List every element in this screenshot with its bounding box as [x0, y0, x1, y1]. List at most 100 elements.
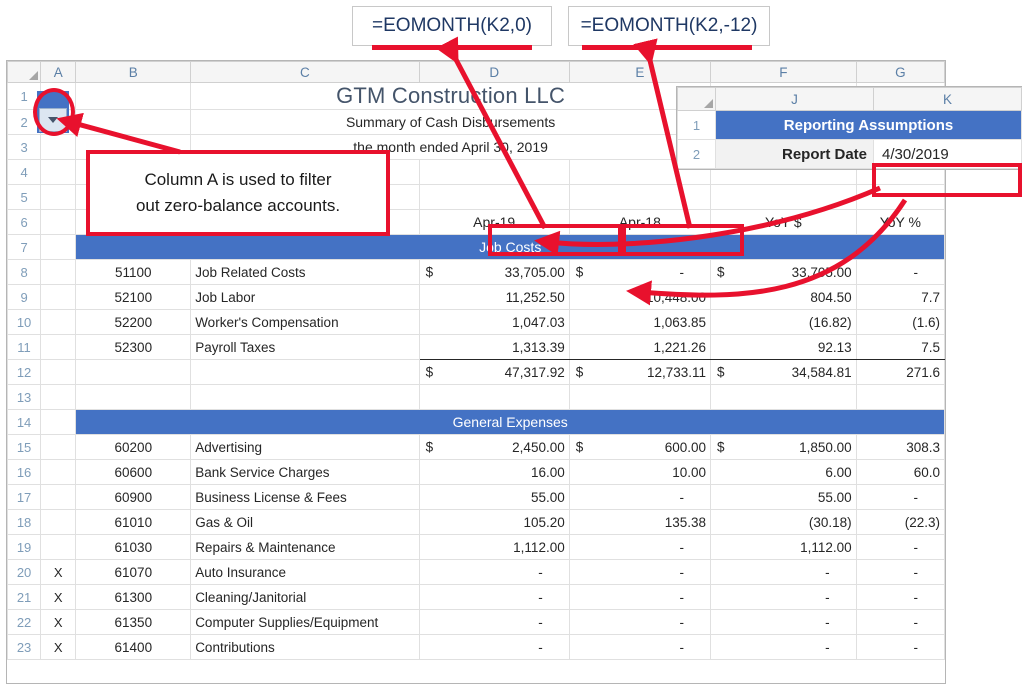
value-yoy-dollar[interactable]: 55.00 [711, 485, 857, 510]
row-header-8[interactable]: 8 [8, 260, 41, 285]
value-prior[interactable]: - [569, 560, 710, 585]
account-description[interactable]: Job Related Costs [191, 260, 419, 285]
value-current[interactable]: $2,450.00 [419, 435, 569, 460]
row-header-3[interactable]: 3 [8, 135, 41, 160]
column-header-a[interactable]: A [41, 62, 76, 83]
account-number[interactable]: 60200 [76, 435, 191, 460]
value-yoy-percent[interactable]: - [856, 560, 944, 585]
row-header-13[interactable]: 13 [8, 385, 41, 410]
account-description[interactable]: Job Labor [191, 285, 419, 310]
cell-e13[interactable] [569, 385, 710, 410]
value-yoy-percent[interactable]: 308.3 [856, 435, 944, 460]
cell-f5[interactable] [711, 185, 857, 210]
value-yoy-percent[interactable]: 60.0 [856, 460, 944, 485]
filter-flag[interactable]: X [41, 610, 76, 635]
row-header-1[interactable]: 1 [8, 83, 41, 110]
account-description[interactable]: Business License & Fees [191, 485, 419, 510]
cell-e5[interactable] [569, 185, 710, 210]
value-current[interactable]: 1,112.00 [419, 535, 569, 560]
value-current[interactable]: $33,705.00 [419, 260, 569, 285]
filter-flag[interactable] [41, 285, 76, 310]
account-description[interactable]: Advertising [191, 435, 419, 460]
account-number[interactable]: 61030 [76, 535, 191, 560]
cell-b13[interactable] [76, 385, 191, 410]
cell-a12[interactable] [41, 360, 76, 385]
account-description[interactable]: Worker's Compensation [191, 310, 419, 335]
row-header-20[interactable]: 20 [8, 560, 41, 585]
filter-flag[interactable] [41, 335, 76, 360]
account-number[interactable]: 61070 [76, 560, 191, 585]
value-yoy-percent[interactable]: - [856, 260, 944, 285]
account-number[interactable]: 61300 [76, 585, 191, 610]
value-yoy-percent[interactable]: - [856, 535, 944, 560]
value-yoy-percent[interactable]: - [856, 635, 944, 660]
value-current[interactable]: - [419, 610, 569, 635]
value-yoy-dollar[interactable]: 804.50 [711, 285, 857, 310]
column-header-k[interactable]: K [874, 88, 1022, 111]
row-header-4[interactable]: 4 [8, 160, 41, 185]
value-current[interactable]: 105.20 [419, 510, 569, 535]
account-description[interactable]: Bank Service Charges [191, 460, 419, 485]
reporting-assumptions-panel[interactable]: J K 1 Reporting Assumptions 2 Report Dat… [676, 86, 1022, 170]
account-number[interactable]: 61350 [76, 610, 191, 635]
value-current[interactable]: - [419, 585, 569, 610]
filter-flag[interactable] [41, 510, 76, 535]
cell-g5[interactable] [856, 185, 944, 210]
row-header-14[interactable]: 14 [8, 410, 41, 435]
value-prior[interactable]: - [569, 585, 710, 610]
account-description[interactable]: Contributions [191, 635, 419, 660]
account-number[interactable]: 51100 [76, 260, 191, 285]
value-current[interactable]: 55.00 [419, 485, 569, 510]
cell-a13[interactable] [41, 385, 76, 410]
assumptions-row-header-1[interactable]: 1 [678, 111, 716, 140]
account-description[interactable]: Gas & Oil [191, 510, 419, 535]
total-prior[interactable]: $12,733.11 [569, 360, 710, 385]
value-current[interactable]: 1,047.03 [419, 310, 569, 335]
value-prior[interactable]: 10.00 [569, 460, 710, 485]
value-yoy-percent[interactable]: 7.7 [856, 285, 944, 310]
select-all-corner[interactable] [8, 62, 41, 83]
row-header-22[interactable]: 22 [8, 610, 41, 635]
row-header-2[interactable]: 2 [8, 110, 41, 135]
filter-flag[interactable] [41, 310, 76, 335]
account-number[interactable]: 52200 [76, 310, 191, 335]
total-yoy-dollar[interactable]: $34,584.81 [711, 360, 857, 385]
total-yoy-percent[interactable]: 271.6 [856, 360, 944, 385]
report-date-value[interactable]: 4/30/2019 [874, 140, 1022, 169]
column-header-b[interactable]: B [76, 62, 191, 83]
cell-a5[interactable] [41, 185, 76, 210]
cell-d13[interactable] [419, 385, 569, 410]
value-current[interactable]: - [419, 560, 569, 585]
column-header-g[interactable]: G [856, 62, 944, 83]
filter-flag[interactable]: X [41, 635, 76, 660]
row-header-5[interactable]: 5 [8, 185, 41, 210]
value-yoy-dollar[interactable]: - [711, 635, 857, 660]
value-current[interactable]: 16.00 [419, 460, 569, 485]
row-header-17[interactable]: 17 [8, 485, 41, 510]
row-header-19[interactable]: 19 [8, 535, 41, 560]
value-yoy-dollar[interactable]: - [711, 585, 857, 610]
value-prior[interactable]: - [569, 485, 710, 510]
value-yoy-dollar[interactable]: $33,705.00 [711, 260, 857, 285]
filter-flag[interactable] [41, 535, 76, 560]
row-header-15[interactable]: 15 [8, 435, 41, 460]
filter-flag[interactable] [41, 460, 76, 485]
filter-flag[interactable]: X [41, 585, 76, 610]
row-header-12[interactable]: 12 [8, 360, 41, 385]
row-header-7[interactable]: 7 [8, 235, 41, 260]
column-header-j[interactable]: J [716, 88, 874, 111]
value-prior[interactable]: 1,221.26 [569, 335, 710, 360]
value-prior[interactable]: - [569, 535, 710, 560]
value-yoy-percent[interactable]: - [856, 485, 944, 510]
cell-a6[interactable] [41, 210, 76, 235]
value-yoy-dollar[interactable]: 92.13 [711, 335, 857, 360]
value-yoy-percent[interactable]: - [856, 610, 944, 635]
row-header-21[interactable]: 21 [8, 585, 41, 610]
row-header-9[interactable]: 9 [8, 285, 41, 310]
value-prior[interactable]: - [569, 635, 710, 660]
value-prior[interactable]: - [569, 610, 710, 635]
cell-a7[interactable] [41, 235, 76, 260]
account-number[interactable]: 52300 [76, 335, 191, 360]
cell-a14[interactable] [41, 410, 76, 435]
column-header-d[interactable]: D [419, 62, 569, 83]
